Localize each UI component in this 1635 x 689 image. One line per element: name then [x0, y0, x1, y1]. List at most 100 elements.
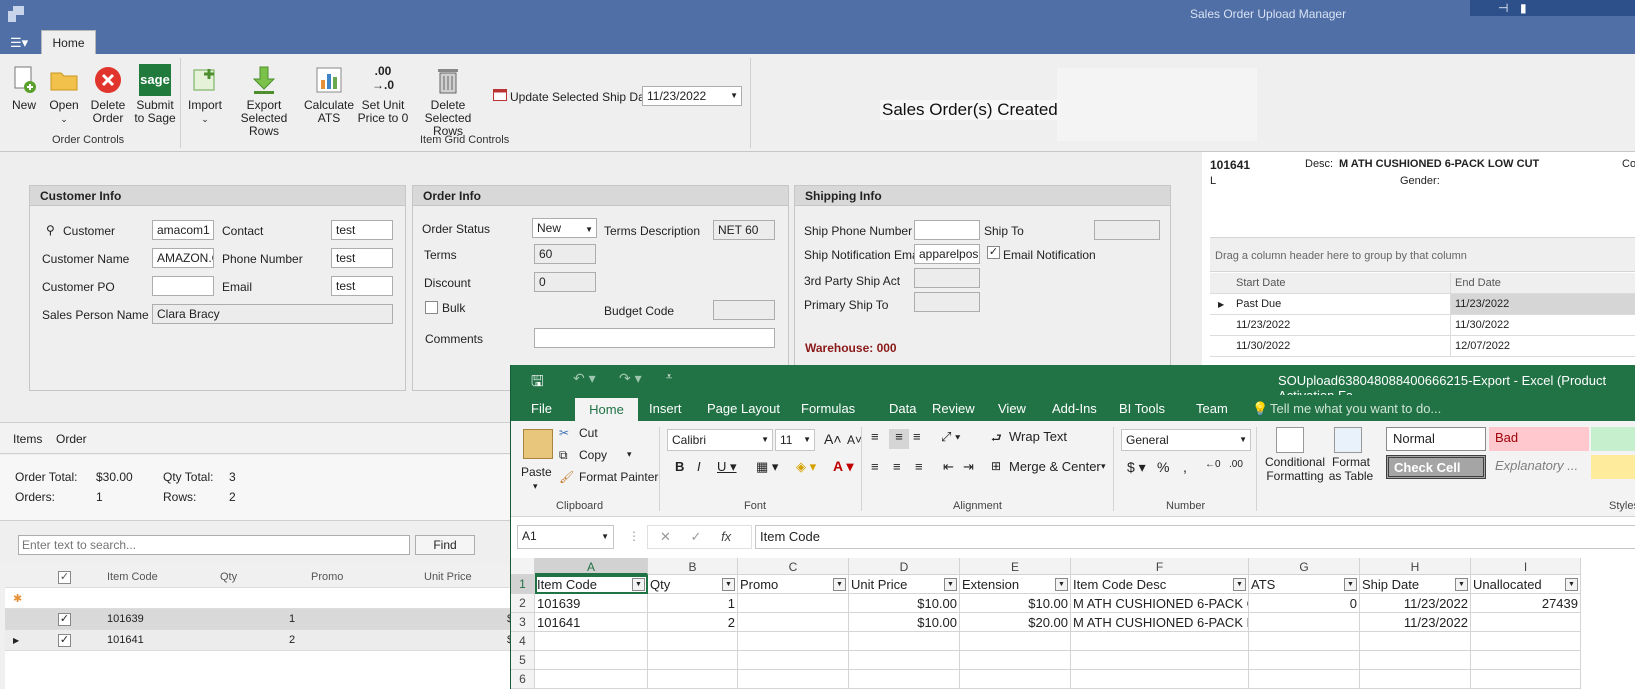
save-icon[interactable]: 🖫: [531, 371, 544, 396]
currency-icon[interactable]: $ ▾: [1127, 459, 1146, 476]
cell[interactable]: [1071, 651, 1249, 670]
tab-order[interactable]: Order: [56, 432, 87, 446]
third-party-field[interactable]: [914, 268, 980, 288]
italic-icon[interactable]: I: [697, 459, 701, 474]
percent-icon[interactable]: %: [1157, 459, 1169, 475]
cell[interactable]: [1249, 613, 1360, 632]
align-top-icon[interactable]: ≡: [871, 429, 879, 444]
delete-selected-rows-button[interactable]: Delete Selected Rows: [410, 64, 486, 138]
align-right-icon[interactable]: ≡: [915, 459, 923, 474]
contact-field[interactable]: test: [331, 220, 393, 240]
find-button[interactable]: Find: [415, 535, 475, 555]
tab-file[interactable]: File: [531, 401, 552, 416]
column-header-end-date[interactable]: End Date: [1455, 277, 1501, 289]
font-size-select[interactable]: 11 ▼: [775, 429, 815, 451]
table-header-cell[interactable]: Promo ▼: [738, 575, 849, 594]
cell[interactable]: [849, 651, 960, 670]
column-header-item-code[interactable]: Item Code: [107, 571, 158, 583]
copy-button[interactable]: Copy: [579, 448, 607, 462]
search-icon[interactable]: ⚲: [46, 223, 55, 237]
cell[interactable]: [738, 632, 849, 651]
salesperson-field[interactable]: Clara Bracy: [152, 304, 393, 324]
cell[interactable]: 0: [1249, 594, 1360, 613]
table-header-cell[interactable]: Extension ▼: [960, 575, 1071, 594]
cell[interactable]: [1360, 670, 1471, 689]
row-checkbox[interactable]: ✓: [58, 613, 71, 626]
name-box[interactable]: A1 ▼: [517, 525, 614, 549]
row-header[interactable]: 1: [511, 575, 535, 594]
cell[interactable]: 101639: [535, 594, 648, 613]
cell[interactable]: 11/23/2022: [1360, 594, 1471, 613]
tab-home-excel[interactable]: Home: [575, 398, 638, 421]
fill-color-icon[interactable]: ◈ ▾: [796, 459, 816, 475]
format-as-table-button[interactable]: Format as Table: [1326, 455, 1376, 483]
open-button[interactable]: Open ⌄: [48, 64, 80, 126]
cell[interactable]: [648, 632, 738, 651]
decrease-font-icon[interactable]: A˅: [847, 433, 862, 447]
align-bottom-icon[interactable]: ≡: [913, 429, 921, 444]
cell[interactable]: 27439: [1471, 594, 1581, 613]
cell[interactable]: $10.00: [960, 594, 1071, 613]
cell[interactable]: 101641: [535, 613, 648, 632]
column-header-start-date[interactable]: Start Date: [1236, 277, 1286, 289]
tab-bi-tools[interactable]: BI Tools: [1119, 401, 1165, 416]
tab-data[interactable]: Data: [889, 401, 916, 416]
ship-phone-field[interactable]: [914, 220, 980, 240]
ship-to-field[interactable]: [1094, 220, 1160, 240]
app-menu-icon[interactable]: ☰▾: [10, 35, 34, 50]
comments-field[interactable]: [534, 328, 775, 348]
cell[interactable]: [738, 670, 849, 689]
cell[interactable]: [648, 670, 738, 689]
table-header-cell[interactable]: Unallocated ▼: [1471, 575, 1581, 594]
cell[interactable]: [1471, 651, 1581, 670]
column-header-b[interactable]: B: [648, 558, 738, 575]
cancel-icon[interactable]: ✕: [660, 529, 671, 544]
row-header[interactable]: 2: [511, 594, 535, 613]
table-row[interactable]: ✓ 101639 1 $: [5, 609, 520, 630]
conditional-formatting-button[interactable]: Conditional Formatting: [1259, 455, 1331, 483]
row-header[interactable]: 5: [511, 651, 535, 670]
cell[interactable]: $10.00: [849, 613, 960, 632]
cell[interactable]: [738, 651, 849, 670]
cell[interactable]: [535, 632, 648, 651]
table-row[interactable]: 11/23/2022 11/30/2022: [1210, 315, 1635, 336]
style-good[interactable]: [1591, 427, 1635, 451]
cell[interactable]: [1360, 651, 1471, 670]
column-header-promo[interactable]: Promo: [311, 571, 343, 583]
chevron-down-icon[interactable]: ▾: [627, 449, 632, 460]
cell[interactable]: [960, 632, 1071, 651]
cell[interactable]: [849, 670, 960, 689]
cell[interactable]: 1: [648, 594, 738, 613]
table-header-cell[interactable]: Item Code ▼: [535, 575, 648, 594]
email-notification-checkbox[interactable]: ✓: [987, 246, 1000, 259]
tab-items[interactable]: Items: [13, 432, 42, 446]
email-field[interactable]: test: [331, 276, 393, 296]
calculate-ats-button[interactable]: Calculate ATS: [304, 64, 354, 125]
filter-dropdown-icon[interactable]: ▼: [1055, 578, 1068, 591]
terms-description-field[interactable]: NET 60: [713, 220, 775, 240]
table-row[interactable]: ▶ ✓ 101641 2 $: [5, 630, 520, 651]
select-all-checkbox[interactable]: ✓: [58, 571, 71, 584]
ship-date-picker[interactable]: 11/23/2022 ▼: [642, 86, 742, 106]
cell[interactable]: [1471, 613, 1581, 632]
cell[interactable]: [1471, 632, 1581, 651]
row-header[interactable]: 3: [511, 613, 535, 632]
filter-dropdown-icon[interactable]: ▼: [1233, 578, 1246, 591]
order-status-select[interactable]: New ▼: [532, 218, 597, 238]
comma-icon[interactable]: ,: [1183, 459, 1187, 475]
search-input[interactable]: [18, 535, 410, 555]
cell[interactable]: [738, 613, 849, 632]
cell[interactable]: [535, 670, 648, 689]
discount-field[interactable]: 0: [534, 272, 596, 292]
column-header-f[interactable]: F: [1071, 558, 1249, 575]
cell[interactable]: [1071, 632, 1249, 651]
column-header-qty[interactable]: Qty: [220, 571, 237, 583]
paste-icon[interactable]: [523, 429, 553, 459]
number-format-select[interactable]: General ▼: [1121, 429, 1251, 451]
table-header-cell[interactable]: Item Code Desc ▼: [1071, 575, 1249, 594]
filter-dropdown-icon[interactable]: ▼: [1455, 578, 1468, 591]
table-header-cell[interactable]: Unit Price ▼: [849, 575, 960, 594]
cell[interactable]: [1360, 632, 1471, 651]
customer-po-field[interactable]: [152, 276, 214, 296]
wrap-text-button[interactable]: Wrap Text: [1009, 429, 1067, 444]
